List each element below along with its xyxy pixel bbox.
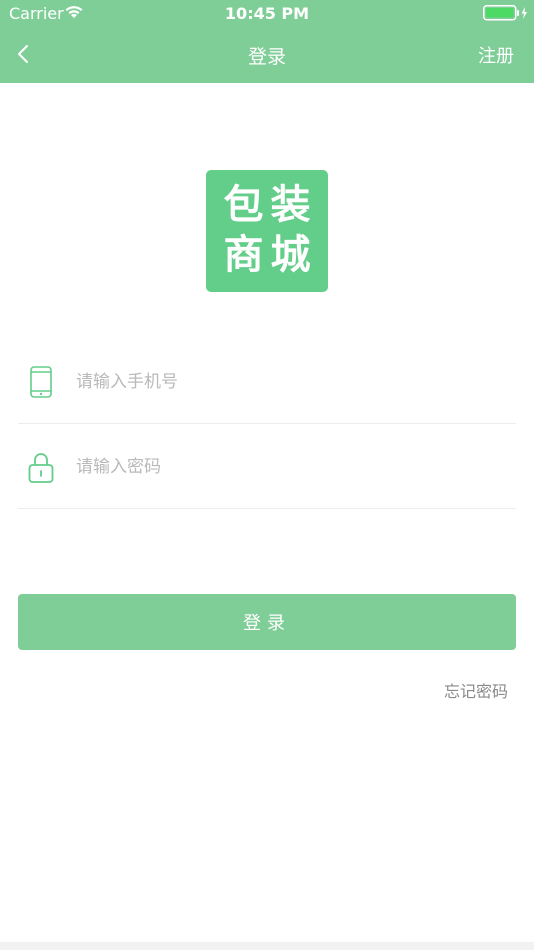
phone-input[interactable] (76, 364, 496, 400)
status-time: 10:45 PM (224, 4, 310, 23)
password-field-row (18, 425, 516, 509)
phone-field-row (18, 340, 516, 424)
top-bar: Carrier 10:45 PM 登录 注册 (0, 0, 534, 83)
navigation-bar: 登录 注册 (0, 28, 534, 83)
logo-char: 包 (223, 182, 264, 228)
logo-char: 商 (223, 232, 264, 278)
page-title: 登录 (247, 46, 286, 68)
phone-icon (30, 366, 52, 398)
status-bar: Carrier 10:45 PM (0, 0, 534, 28)
app-logo: 包 装 商 城 (206, 170, 328, 292)
logo-char: 城 (270, 232, 311, 278)
back-button[interactable] (8, 38, 38, 70)
logo-char: 装 (270, 182, 311, 228)
battery-icon (483, 5, 527, 21)
password-input[interactable] (76, 449, 496, 485)
register-button[interactable]: 注册 (478, 42, 514, 68)
bottom-divider (0, 942, 534, 950)
login-button[interactable]: 登录 (18, 594, 516, 650)
forgot-password-link[interactable]: 忘记密码 (444, 678, 508, 702)
chevron-left-icon (18, 45, 28, 63)
lock-icon (28, 453, 54, 483)
